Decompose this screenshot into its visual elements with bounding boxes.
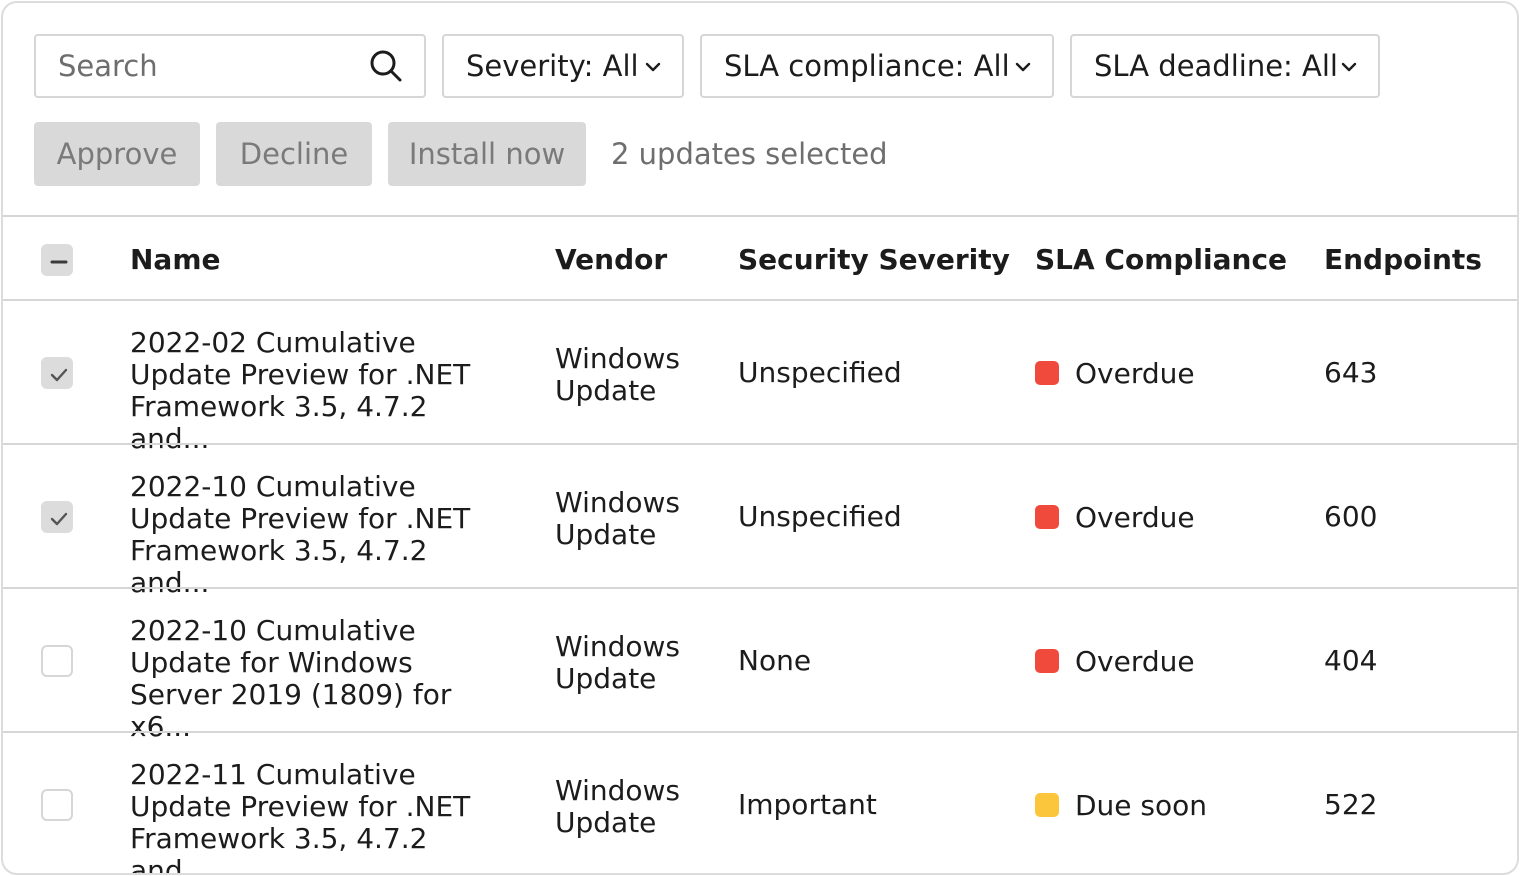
update-vendor: Windows Update [555,774,680,839]
sla-status-indicator [1035,361,1059,385]
row-checkbox[interactable] [41,789,73,821]
update-name: 2022-10 Cumulative Update Preview for .N… [130,470,471,599]
chevron-down-icon [1341,62,1357,72]
table-row[interactable]: 2022-10 Cumulative Update for Windows Se… [3,589,1517,743]
check-icon [50,512,68,526]
sla-status-indicator [1035,793,1059,817]
column-header-endpoints[interactable]: Endpoints [1324,218,1482,302]
sla-status-indicator [1035,505,1059,529]
search-input[interactable]: Search [34,34,426,98]
update-name: 2022-02 Cumulative Update Preview for .N… [130,326,471,455]
sla-compliance-filter-dropdown[interactable]: SLA compliance: All [700,34,1054,98]
update-vendor: Windows Update [555,486,680,551]
security-severity: Unspecified [738,356,902,389]
search-placeholder: Search [58,49,158,83]
update-vendor: Windows Update [555,630,680,695]
sla-status-label: Overdue [1075,356,1195,390]
approve-button[interactable]: Approve [34,122,200,186]
table-row[interactable]: 2022-02 Cumulative Update Preview for .N… [3,301,1517,455]
sla-status-label: Overdue [1075,500,1195,534]
sla-status: Overdue [1035,301,1195,445]
sla-compliance-filter-label: SLA compliance: All [724,49,1010,83]
sla-status: Overdue [1035,589,1195,733]
updates-panel: Search Severity: All SLA compliance: All… [1,1,1519,875]
select-all-checkbox[interactable] [41,244,73,276]
column-header-name[interactable]: Name [130,218,221,302]
severity-filter-label: Severity: All [466,49,639,83]
column-header-security-severity[interactable]: Security Severity [738,218,1010,302]
install-now-button[interactable]: Install now [388,122,586,186]
toolbar-divider [3,215,1517,217]
security-severity: None [738,644,812,677]
chevron-down-icon [1015,62,1031,72]
minus-icon [50,260,68,264]
sla-status-label: Overdue [1075,644,1195,678]
security-severity: Important [738,788,877,821]
selection-count: 2 updates selected [611,137,888,171]
column-header-sla-compliance[interactable]: SLA Compliance [1035,218,1287,302]
column-header-vendor[interactable]: Vendor [555,218,667,302]
endpoints-count: 600 [1324,500,1378,533]
row-checkbox[interactable] [41,357,73,389]
table-row[interactable]: 2022-11 Cumulative Update Preview for .N… [3,733,1517,875]
update-vendor: Windows Update [555,342,680,407]
severity-filter-dropdown[interactable]: Severity: All [442,34,684,98]
endpoints-count: 643 [1324,356,1378,389]
update-name: 2022-11 Cumulative Update Preview for .N… [130,758,471,875]
security-severity: Unspecified [738,500,902,533]
update-name: 2022-10 Cumulative Update for Windows Se… [130,614,452,743]
table-row[interactable]: 2022-10 Cumulative Update Preview for .N… [3,445,1517,599]
endpoints-count: 522 [1324,788,1378,821]
endpoints-count: 404 [1324,644,1378,677]
row-checkbox[interactable] [41,645,73,677]
row-checkbox[interactable] [41,501,73,533]
sla-status-indicator [1035,649,1059,673]
check-icon [50,368,68,382]
sla-status-label: Due soon [1075,788,1208,822]
search-icon[interactable] [368,48,404,84]
sla-deadline-filter-label: SLA deadline: All [1094,49,1338,83]
decline-button[interactable]: Decline [216,122,372,186]
sla-deadline-filter-dropdown[interactable]: SLA deadline: All [1070,34,1380,98]
sla-status: Overdue [1035,445,1195,589]
table-header: Name Vendor Security Severity SLA Compli… [3,218,1517,302]
chevron-down-icon [645,62,661,72]
sla-status: Due soon [1035,733,1208,873]
